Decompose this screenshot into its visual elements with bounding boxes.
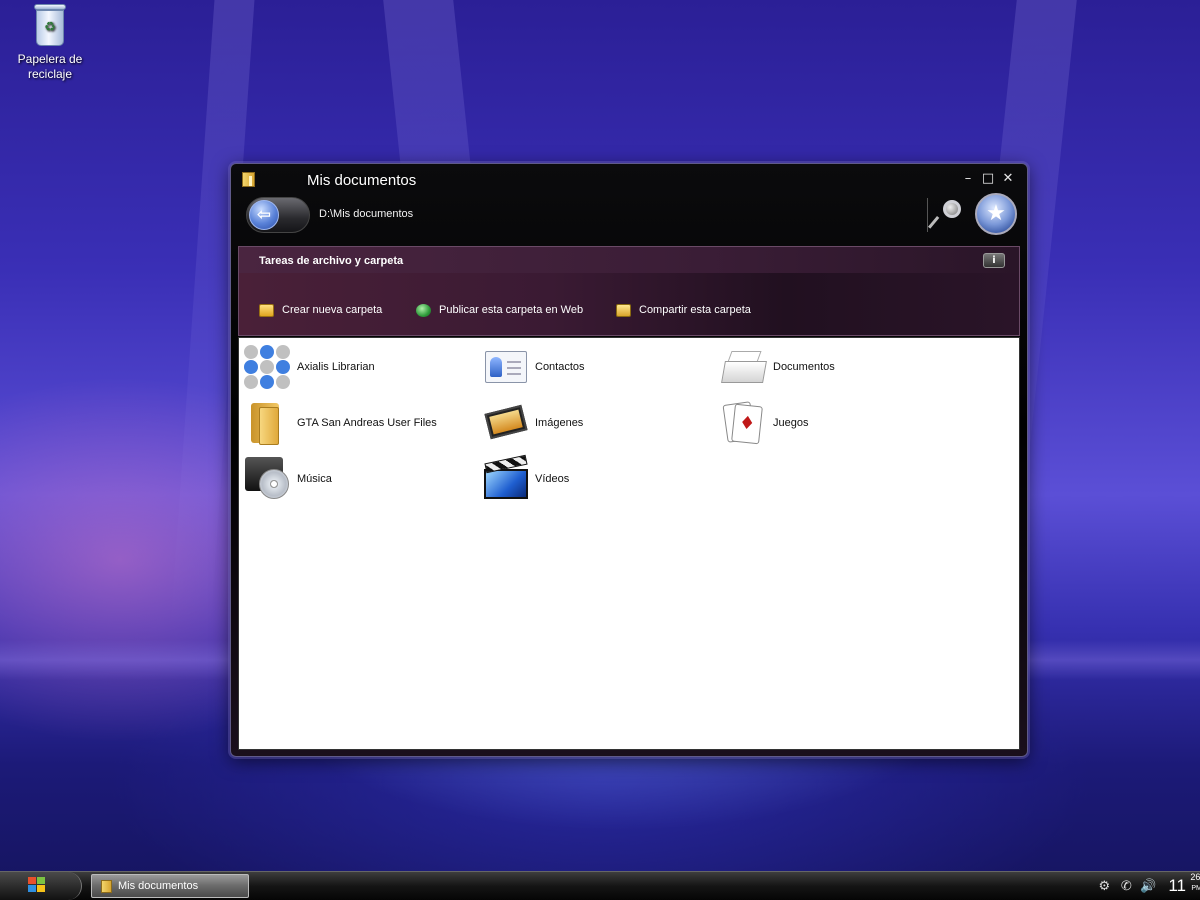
folder-title-icon — [242, 172, 255, 187]
file-folder-tasks-panel: Tareas de archivo y carpeta i Crear nuev… — [238, 246, 1020, 336]
clock-ampm: PM — [1191, 885, 1200, 892]
taskbar-window-button[interactable]: Mis documentos — [91, 874, 249, 898]
folder-item-documents[interactable]: Documentos — [719, 342, 949, 392]
item-label: Axialis Librarian — [297, 361, 375, 373]
windows-logo-icon — [28, 877, 46, 893]
images-icon — [481, 399, 529, 447]
system-tray: ⚙ ✆ 🔊 11 26 PM — [1096, 872, 1200, 897]
folder-item-games[interactable]: ♦ Juegos — [719, 398, 949, 448]
folder-item-axialis-librarian[interactable]: Axialis Librarian — [243, 342, 473, 392]
folder-content: Axialis Librarian Contactos Documentos G… — [238, 337, 1020, 750]
item-label: Juegos — [773, 417, 809, 429]
clock-minute: 26 — [1190, 872, 1200, 882]
contacts-icon — [481, 343, 529, 391]
tasks-title: Tareas de archivo y carpeta — [259, 255, 404, 267]
task-label: Compartir esta carpeta — [639, 304, 751, 316]
explorer-window: Mis documentos – □ ✕ ⇦ D:\Mis documentos… — [230, 163, 1028, 757]
search-icon — [943, 200, 961, 218]
music-cd-icon — [243, 455, 291, 503]
info-icon: i — [992, 255, 996, 266]
back-arrow-icon: ⇦ — [249, 200, 279, 230]
item-label: Música — [297, 473, 332, 485]
recycle-bin-icon: ♻ — [32, 2, 68, 46]
search-button[interactable] — [928, 198, 967, 232]
info-button[interactable]: i — [983, 253, 1005, 268]
window-title: Mis documentos — [307, 172, 417, 189]
video-clapper-icon — [481, 454, 529, 503]
volume-icon[interactable]: 🔊 — [1140, 879, 1156, 894]
taskbar: Mis documentos ⚙ ✆ 🔊 11 26 PM — [0, 871, 1200, 900]
folder-icon — [101, 879, 112, 893]
minimize-button[interactable]: – — [959, 170, 977, 188]
item-label: Documentos — [773, 361, 835, 373]
folder-item-videos[interactable]: Vídeos — [481, 454, 711, 504]
star-icon: ★ — [986, 201, 1006, 226]
task-publish-web[interactable]: Publicar esta carpeta en Web — [416, 301, 583, 319]
folder-item-contacts[interactable]: Contactos — [481, 342, 711, 392]
folder-item-music[interactable]: Música — [243, 454, 473, 504]
tasks-header: Tareas de archivo y carpeta i — [239, 247, 1019, 273]
taskbar-window-label: Mis documentos — [118, 880, 199, 892]
settings-icon[interactable]: ⚙ — [1096, 879, 1112, 894]
documents-icon — [719, 343, 767, 391]
task-label: Publicar esta carpeta en Web — [439, 304, 584, 316]
item-label: Imágenes — [535, 417, 584, 429]
clock[interactable]: 11 26 PM — [1168, 872, 1200, 896]
start-button[interactable] — [0, 872, 82, 900]
new-folder-icon — [259, 303, 274, 317]
task-share-folder[interactable]: Compartir esta carpeta — [616, 301, 751, 319]
clock-hour: 11 — [1168, 876, 1186, 895]
phone-icon[interactable]: ✆ — [1118, 879, 1134, 894]
globe-icon — [416, 303, 431, 317]
cards-icon: ♦ — [719, 399, 767, 447]
favorites-button[interactable]: ★ — [975, 193, 1017, 235]
task-create-folder[interactable]: Crear nueva carpeta — [259, 301, 382, 319]
maximize-button[interactable]: □ — [979, 170, 997, 188]
axialis-librarian-icon — [243, 343, 291, 391]
folder-item-images[interactable]: Imágenes — [481, 398, 711, 448]
folder-item-gta-san-andreas[interactable]: GTA San Andreas User Files — [243, 398, 473, 448]
item-label: Vídeos — [535, 473, 570, 485]
back-button[interactable]: ⇦ — [246, 197, 310, 233]
desktop-icon-label: Papelera de reciclaje — [17, 52, 83, 81]
desktop-icon-recycle-bin[interactable]: ♻ Papelera de reciclaje — [14, 2, 86, 82]
close-button[interactable]: ✕ — [999, 170, 1017, 188]
item-label: Contactos — [535, 361, 585, 373]
address-path[interactable]: D:\Mis documentos — [319, 208, 413, 220]
item-label: GTA San Andreas User Files — [297, 417, 437, 429]
share-folder-icon — [616, 303, 631, 317]
task-label: Crear nueva carpeta — [282, 304, 383, 316]
folder-icon — [243, 399, 291, 447]
